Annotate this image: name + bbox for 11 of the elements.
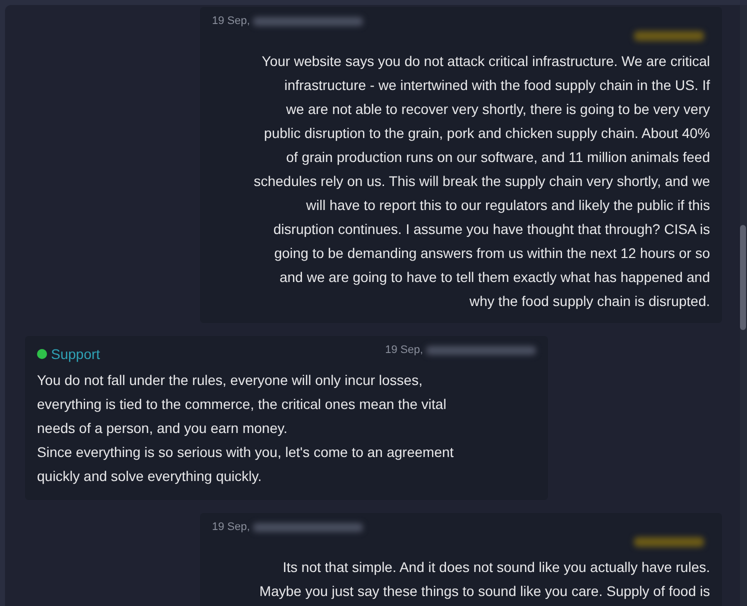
scrollbar[interactable] [740,5,747,606]
redacted-sender [634,537,704,547]
scrollbar-thumb[interactable] [740,225,746,330]
message-date: 19 Sep, [212,521,250,533]
message-date: 19 Sep, [385,344,423,356]
message-text: Your website says you do not attack critical infrastructure. We are critical infrastructure - we intertwined with the food supply chain in the US. If we are not able to recover very shortly, there is going to be very very public disruption to the grain, pork and chicken supply chain. About 40% of grain production runs on our software, and 11 million animals feed schedules rely on us. This will break the supply chain very shortly, and we will have to report this to our regulators and likely the public if this disruption continues. I assume you have thought that through? CISA is going to be demanding answers from us within the next 12 hours or so and we are going to have to tell them exactly what has happened and why the food supply chain is disrupted. [252,52,710,311]
message-text: Its not that simple. And it does not sound like you actually have rules. Maybe you just say these things to sound like you care. Supply of food is [258,558,710,601]
message-date: 19 Sep, [212,15,250,27]
message-text: You do not fall under the rules, everyone will only incur losses, everything is tied to the commerce, the critical ones mean the vital needs of a person, and you earn money. Since everything is so serious with you, let's come to an agreement quickly and solve everything quickly. [37,371,455,486]
sender-name: Support [51,346,100,362]
redacted-sender [634,31,704,41]
